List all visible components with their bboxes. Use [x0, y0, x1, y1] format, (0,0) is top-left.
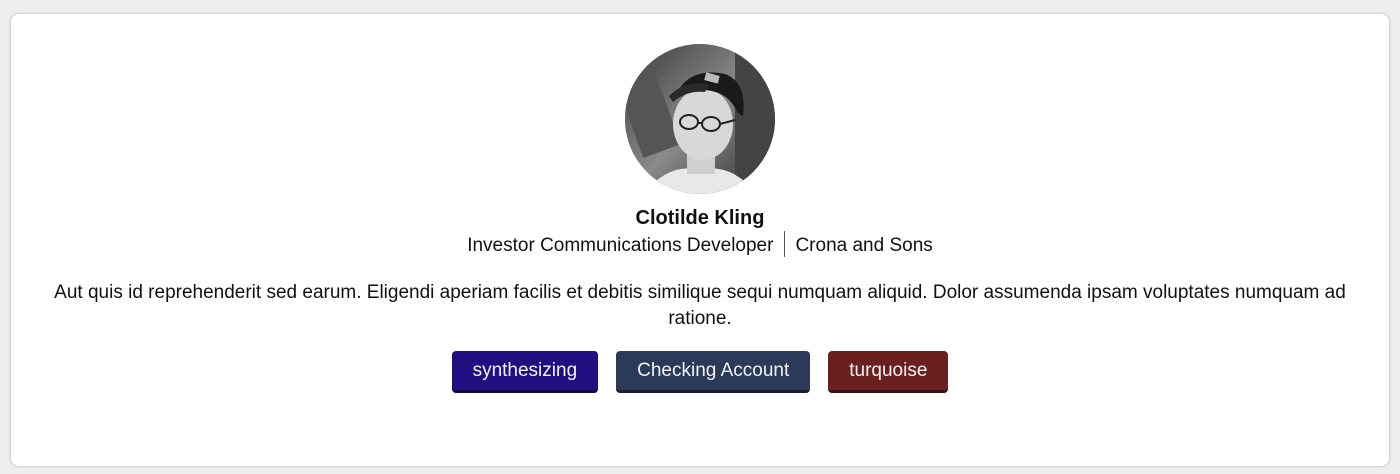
tag-list: synthesizing Checking Account turquoise — [11, 351, 1389, 393]
profile-role-line: Investor Communications Developer Crona a… — [11, 231, 1389, 259]
tag-button-checking-account[interactable]: Checking Account — [616, 351, 811, 393]
profile-bio: Aut quis id reprehenderit sed earum. Eli… — [54, 282, 1346, 329]
profile-name: Clotilde Kling — [635, 207, 765, 229]
avatar — [625, 44, 775, 194]
tag-button-turquoise[interactable]: turquoise — [828, 351, 949, 393]
role-divider — [784, 231, 786, 257]
avatar-image — [625, 44, 775, 194]
profile-title: Investor Communications Developer — [467, 235, 774, 257]
profile-company: Crona and Sons — [795, 235, 933, 257]
profile-card: Clotilde Kling Investor Communications D… — [11, 14, 1389, 466]
tag-button-synthesizing[interactable]: synthesizing — [451, 351, 599, 393]
